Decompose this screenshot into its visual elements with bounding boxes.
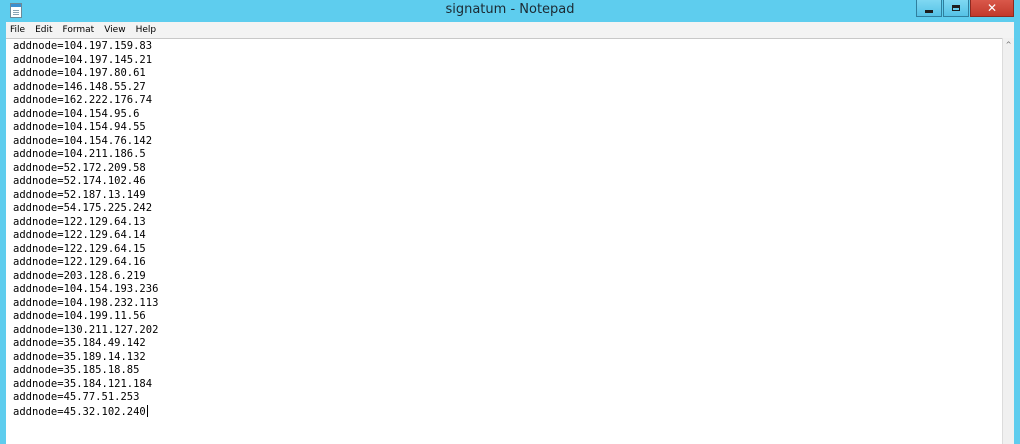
text-line: addnode=54.175.225.242 — [13, 202, 153, 214]
text-line: addnode=104.197.80.61 — [13, 67, 146, 79]
text-line: addnode=104.199.11.56 — [13, 310, 146, 322]
minimize-icon — [925, 9, 933, 13]
text-line: addnode=35.189.14.132 — [13, 350, 146, 363]
text-line: addnode=122.129.64.15 — [13, 242, 146, 255]
text-line: addnode=52.172.209.58 — [13, 161, 146, 174]
text-line: addnode=104.197.159.83 — [13, 40, 153, 52]
notepad-window: signatum - Notepad ✕ File Edit Format Vi… — [0, 0, 1020, 444]
text-line: addnode=45.77.51.253 — [13, 391, 140, 403]
menu-format[interactable]: Format — [58, 22, 100, 38]
text-line: addnode=122.129.64.14 — [13, 229, 146, 241]
text-line: addnode=122.129.64.13 — [13, 215, 146, 228]
text-editor[interactable]: addnode=104.197.159.83 addnode=104.197.14… — [6, 38, 1002, 444]
window-frame-right — [1014, 22, 1020, 444]
menu-help[interactable]: Help — [131, 22, 162, 38]
scroll-up-button[interactable]: ^ — [1003, 40, 1014, 50]
minimize-button[interactable] — [916, 0, 942, 17]
text-line: addnode=162.222.176.74 — [13, 94, 153, 106]
text-line: addnode=146.148.55.27 — [13, 80, 146, 93]
text-line: addnode=35.184.49.142 — [13, 337, 146, 349]
text-caret — [146, 404, 148, 417]
menu-edit[interactable]: Edit — [30, 22, 57, 38]
text-line: addnode=104.198.232.113 — [13, 296, 159, 309]
title-bar[interactable]: signatum - Notepad ✕ — [0, 0, 1020, 22]
text-line: addnode=35.184.121.184 — [13, 377, 153, 390]
caption-buttons: ✕ — [915, 0, 1014, 18]
menu-file[interactable]: File — [6, 22, 30, 38]
text-line: addnode=122.129.64.16 — [13, 256, 146, 268]
text-line: addnode=104.154.95.6 — [13, 107, 140, 120]
text-line: addnode=104.211.186.5 — [13, 148, 146, 160]
menu-view[interactable]: View — [99, 22, 130, 38]
maximize-icon — [952, 5, 960, 11]
text-line: addnode=52.187.13.149 — [13, 188, 146, 201]
chevron-up-icon: ^ — [1005, 41, 1012, 49]
window-title: signatum - Notepad — [445, 2, 575, 17]
text-line: addnode=104.154.193.236 — [13, 283, 159, 295]
text-line: addnode=35.185.18.85 — [13, 364, 140, 376]
close-button[interactable]: ✕ — [970, 0, 1014, 17]
text-line: addnode=104.197.145.21 — [13, 53, 153, 66]
text-line: addnode=104.154.94.55 — [13, 121, 146, 133]
editor-content[interactable]: addnode=104.197.159.83 addnode=104.197.14… — [13, 40, 158, 418]
maximize-button[interactable] — [943, 0, 969, 17]
text-line: addnode=203.128.6.219 — [13, 269, 146, 282]
text-line: addnode=104.154.76.142 — [13, 134, 153, 147]
text-line: addnode=52.174.102.46 — [13, 175, 146, 187]
text-line: addnode=130.211.127.202 — [13, 323, 159, 336]
menu-bar: File Edit Format View Help — [6, 22, 1014, 38]
text-line: addnode=45.32.102.240 — [13, 404, 148, 418]
close-icon: ✕ — [986, 1, 998, 15]
vertical-scrollbar[interactable]: ^ — [1002, 38, 1014, 444]
